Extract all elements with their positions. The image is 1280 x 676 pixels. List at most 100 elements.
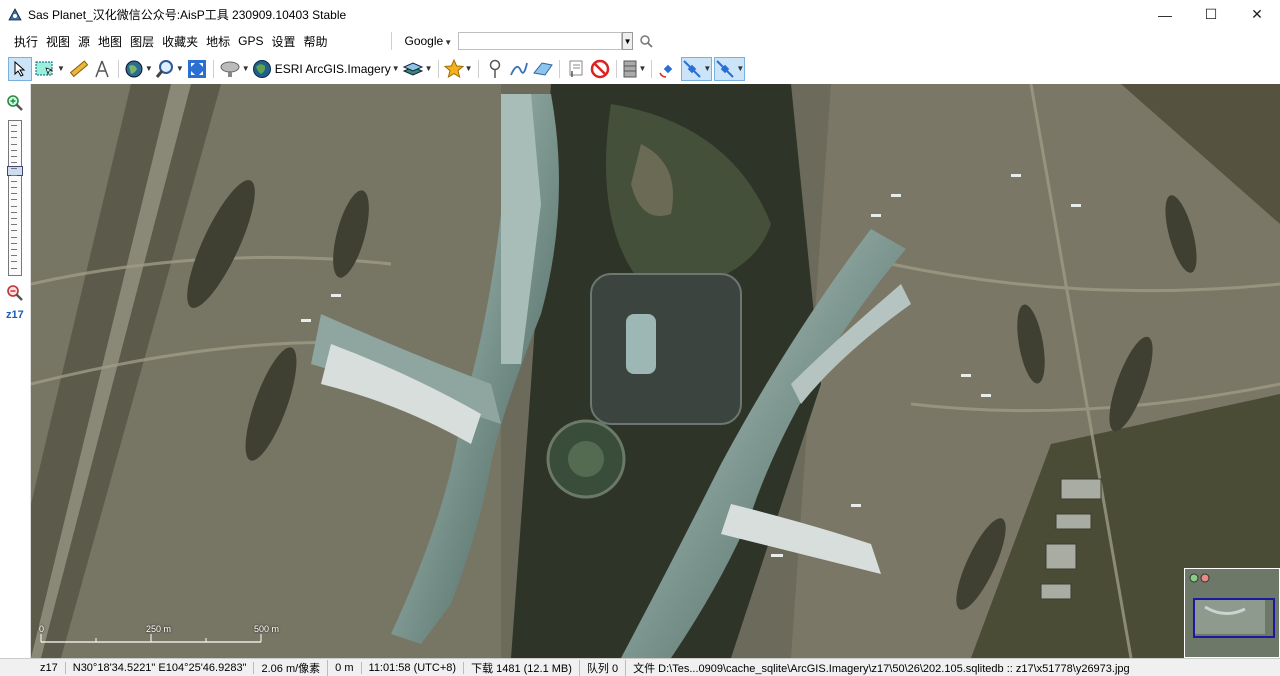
pointer-tool[interactable] (8, 56, 32, 81)
add-placemark-button[interactable] (484, 57, 506, 81)
gps-satellite-icon (659, 64, 673, 78)
gps-track-button[interactable]: ▼ (681, 56, 713, 81)
hide-placemarks-toggle[interactable] (589, 57, 611, 81)
minimize-button[interactable]: — (1142, 0, 1188, 29)
zoom-slider[interactable] (7, 120, 23, 276)
toolbar-separator (477, 59, 479, 78)
menu-view[interactable]: 视图 (42, 33, 74, 50)
favorites-dropdown[interactable]: ▼ (443, 57, 473, 81)
zoom-out-icon[interactable] (6, 284, 24, 302)
zoom-slider-tick (11, 168, 17, 170)
scale-label-500: 500 m (254, 624, 280, 634)
add-polygon-button[interactable] (532, 57, 554, 81)
toolbar-separator (558, 59, 560, 78)
status-zoom: z17 (0, 661, 66, 674)
zoom-slider-tick (11, 255, 17, 257)
gps-center-button[interactable]: ▼ (714, 56, 746, 81)
fullscreen-icon (187, 59, 206, 78)
menu-help[interactable]: 帮助 (299, 33, 331, 50)
pin-icon (489, 59, 500, 78)
zoom-slider-tick (11, 187, 17, 188)
overview-minimap[interactable] (1184, 568, 1280, 658)
magnifier-icon (155, 59, 173, 78)
zoom-slider-tick (11, 261, 17, 263)
placemark-list-icon (569, 60, 582, 77)
satellite-imagery[interactable] (31, 84, 1280, 658)
satellite-dropdown[interactable]: ▼ (219, 57, 250, 81)
ruler-tool[interactable] (67, 57, 89, 81)
polygon-measure-tool[interactable] (91, 57, 113, 81)
zoom-slider-tick (11, 236, 17, 238)
satellite-icon (683, 59, 702, 78)
globe-dropdown[interactable]: ▼ (124, 57, 153, 81)
ruler-icon (69, 59, 88, 77)
polygon-icon (532, 61, 553, 76)
menu-favorites[interactable]: 收藏夹 (158, 33, 202, 50)
zoom-in-icon[interactable] (6, 94, 24, 112)
satellite-dish-icon (220, 61, 240, 77)
menu-gps[interactable]: GPS (234, 34, 267, 48)
menu-settings[interactable]: 设置 (267, 33, 299, 50)
no-entry-icon (590, 59, 609, 78)
zoom-panel: z17 (0, 84, 31, 658)
select-area-tool[interactable]: ▼ (34, 57, 65, 81)
zoom-slider-tick (11, 137, 17, 139)
search-input[interactable] (458, 32, 623, 50)
status-coordinates: N30°18'34.5221" E104°25'46.9283" (66, 661, 255, 674)
zoom-slider-tick (11, 193, 17, 195)
search-history-dropdown[interactable]: ▼ (622, 32, 634, 50)
zoom-slider-tick (11, 224, 17, 226)
database-icon (623, 60, 636, 77)
status-distance: 0 m (328, 661, 362, 674)
scale-label-0: 0 (39, 624, 45, 634)
zoom-slider-tick (11, 143, 17, 145)
toolbar-separator (212, 59, 214, 78)
minimap-viewport-frame[interactable] (1193, 598, 1275, 638)
status-resolution: 2.06 m/像素 (254, 659, 329, 676)
map-source-label: ESRI ArcGIS.Imagery (274, 61, 391, 76)
search-icon[interactable] (639, 34, 653, 48)
status-file: 文件 D:\Tes...0909\cache_sqlite\ArcGIS.Ima… (633, 662, 1130, 675)
add-path-button[interactable] (508, 57, 530, 81)
zoom-slider-tick (11, 156, 17, 157)
zoom-slider-tick (11, 125, 17, 126)
menu-placemarks[interactable]: 地标 (202, 33, 234, 50)
toolbar-separator (117, 59, 119, 78)
layers-icon (402, 61, 423, 76)
map-source-dropdown[interactable]: ESRI ArcGIS.Imagery ▼ (252, 57, 400, 81)
menu-layers[interactable]: 图层 (126, 33, 158, 50)
zoom-tool[interactable]: ▼ (155, 57, 184, 81)
search-provider-dropdown[interactable]: Google▼ (400, 34, 458, 48)
compass-icon (95, 60, 109, 77)
fullscreen-button[interactable] (186, 57, 208, 81)
menu-map[interactable]: 地图 (94, 33, 126, 50)
layers-dropdown[interactable]: ▼ (402, 57, 433, 81)
minimap-zoom-icons[interactable] (1189, 573, 1211, 583)
close-button[interactable]: ✕ (1234, 0, 1280, 29)
menu-execute[interactable]: 执行 (10, 33, 42, 50)
satellite-icon (716, 59, 735, 78)
toolbar-separator (437, 59, 439, 78)
status-queue: 队列 0 (580, 659, 627, 676)
show-placemarks-toggle[interactable] (565, 57, 587, 81)
star-icon (443, 58, 464, 78)
select-rect-icon (35, 61, 54, 75)
maximize-button[interactable]: ☐ (1188, 0, 1234, 29)
main-toolbar: ▼ ▼ ▼ ▼ ESRI ArcGIS.Imagery ▼ ▼ ▼ ▼ ▼ ▼ (0, 53, 1280, 85)
zoom-slider-tick (11, 131, 17, 133)
zoom-slider-tick (11, 218, 17, 219)
map-view[interactable]: 0 250 m 500 m (31, 84, 1280, 658)
zoom-slider-tick (11, 242, 17, 244)
globe-icon (125, 60, 143, 77)
zoom-slider-tick (11, 205, 17, 207)
gps-connect-button[interactable] (657, 57, 679, 81)
status-download: 下载 1481 (12.1 MB) (464, 659, 580, 676)
menu-source[interactable]: 源 (74, 33, 94, 50)
zoom-slider-tick (11, 174, 17, 176)
cache-dropdown[interactable]: ▼ (622, 57, 646, 81)
menu-bar: 执行 视图 源 地图 图层 收藏夹 地标 GPS 设置 帮助 Google▼ ▼ (0, 29, 1280, 54)
zoom-level-label: z17 (6, 309, 24, 321)
zoom-slider-tick (11, 211, 17, 213)
esri-globe-icon (252, 59, 271, 78)
zoom-slider-tick (11, 180, 17, 182)
